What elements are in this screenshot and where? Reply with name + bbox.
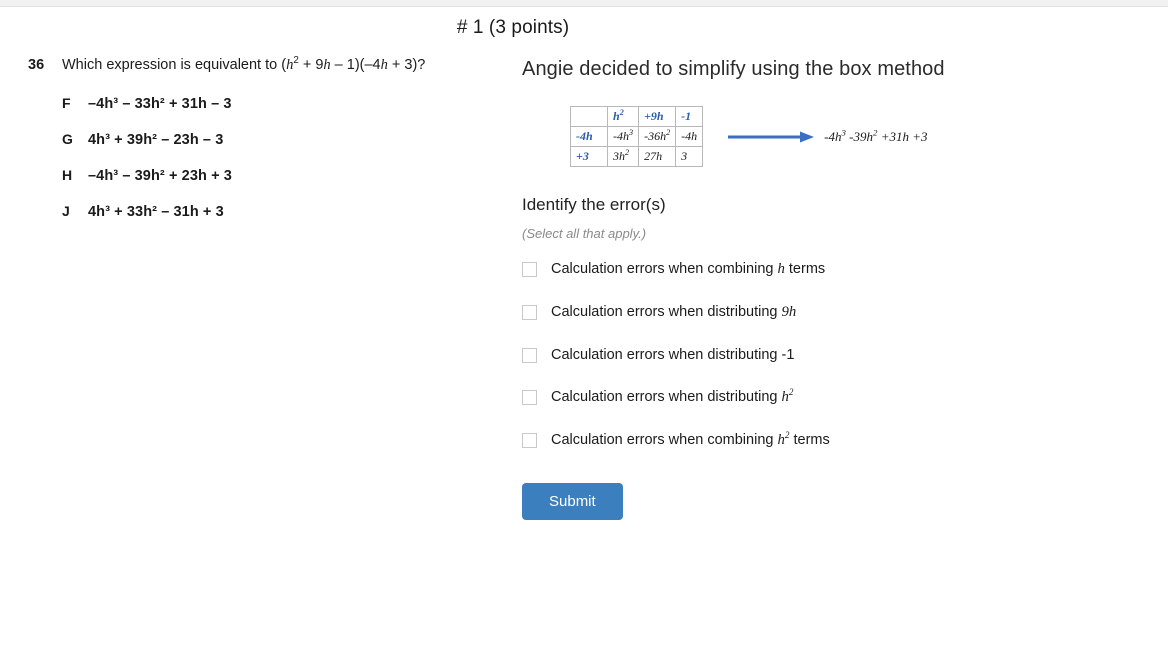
submit-button[interactable]: Submit (522, 483, 623, 520)
task-pane: Angie decided to simplify using the box … (522, 58, 1152, 520)
question-number: 36 (28, 57, 45, 73)
box-method-work-area: h2 +9h -1 -4h -4h3 -36h2 -4h +3 3h2 27h … (522, 106, 1152, 167)
result-expression: -4h3 -39h2 +31h +3 (824, 127, 928, 144)
cell-r2c1: 3h2 (606, 146, 640, 167)
question-stem-text: Which expression is equivalent to (h2 + … (62, 56, 425, 75)
answer-choice-list: F –4h³ – 33h² + 31h – 3 G 4h³ + 39h² – 2… (0, 95, 512, 220)
cell-r1c3: -4h (675, 126, 704, 147)
checkbox-combining-h2[interactable] (522, 433, 537, 448)
choice-letter: H (62, 166, 73, 183)
page-title: # 1 (3 points) (456, 17, 570, 38)
prompt-subtitle: (Select all that apply.) (522, 226, 647, 241)
arrow-and-result: -4h3 -39h2 +31h +3 (728, 127, 928, 145)
option-variable: h (777, 261, 785, 277)
prompt-title: Identify the error(s) (522, 195, 666, 214)
column-header-9h: +9h (638, 106, 677, 127)
option-combining-h2[interactable]: Calculation errors when combining h2 ter… (522, 430, 1152, 449)
option-combining-h[interactable]: Calculation errors when combining h term… (522, 261, 1152, 278)
table-header-row: h2 +9h -1 (570, 106, 704, 127)
table-corner-cell (570, 106, 608, 127)
choice-text: –4h³ – 33h² + 31h – 3 (88, 95, 232, 112)
option-variable: h2 (777, 430, 790, 448)
answer-choice-f[interactable]: F –4h³ – 33h² + 31h – 3 (62, 95, 512, 112)
answer-choice-j[interactable]: J 4h³ + 33h² – 31h + 3 (62, 203, 512, 220)
option-distributing-h2[interactable]: Calculation errors when distributing h2 (522, 387, 1152, 406)
option-label: Calculation errors when distributing 9h (551, 304, 797, 320)
scenario-heading: Angie decided to simplify using the box … (522, 58, 945, 80)
stem-after: – 1)(–4 (330, 57, 381, 73)
multiple-choice-item: 36 Which expression is equivalent to (h2… (0, 56, 512, 239)
option-distributing-neg1[interactable]: Calculation errors when distributing -1 (522, 347, 1152, 363)
cell-r1c2: -36h2 (638, 126, 677, 147)
box-method-table: h2 +9h -1 -4h -4h3 -36h2 -4h +3 3h2 27h … (570, 106, 704, 167)
choice-letter: F (62, 94, 71, 111)
option-variable: 9h (781, 304, 797, 320)
column-header-h2: h2 (606, 106, 640, 127)
option-variable: h2 (781, 387, 794, 405)
choice-text: –4h³ – 39h² + 23h + 3 (88, 167, 232, 184)
stem-prefix: Which expression is equivalent to ( (62, 57, 287, 73)
answer-choice-h[interactable]: H –4h³ – 39h² + 23h + 3 (62, 167, 512, 184)
option-label: Calculation errors when distributing h2 (551, 387, 794, 405)
column-header-neg1: -1 (675, 106, 704, 127)
cell-r2c3: 3 (675, 146, 704, 167)
answer-choice-g[interactable]: G 4h³ + 39h² – 23h – 3 (62, 131, 512, 148)
cell-r1c1: -4h3 (606, 126, 640, 147)
row-header-plus3: +3 (570, 146, 608, 167)
row-header-neg4h: -4h (570, 126, 608, 147)
stem-end: + 3)? (387, 57, 426, 73)
choice-letter: J (62, 202, 70, 219)
checkbox-distributing-9h[interactable] (522, 305, 537, 320)
browser-chrome-strip (0, 0, 1168, 7)
option-label: Calculation errors when combining h2 ter… (551, 430, 830, 448)
option-distributing-9h[interactable]: Calculation errors when distributing 9h (522, 304, 1152, 321)
choice-text: 4h³ + 33h² – 31h + 3 (88, 203, 224, 220)
stem-variable-h2: h (323, 57, 331, 73)
option-label: Calculation errors when combining h term… (551, 261, 826, 277)
checkbox-distributing-h2[interactable] (522, 390, 537, 405)
table-row: +3 3h2 27h 3 (570, 146, 704, 167)
stem-variable-h3: h (380, 57, 388, 73)
table-row: -4h -4h3 -36h2 -4h (570, 126, 704, 147)
option-exponent: 2 (788, 387, 794, 398)
choice-letter: G (62, 130, 73, 147)
cell-r2c2: 27h (638, 146, 677, 167)
checkbox-distributing-neg1[interactable] (522, 347, 537, 363)
checkbox-option-list: Calculation errors when combining h term… (522, 261, 1152, 449)
question-stem-row: 36 Which expression is equivalent to (h2… (0, 56, 512, 75)
option-label: Calculation errors when distributing -1 (551, 347, 795, 363)
checkbox-combining-h[interactable] (522, 262, 537, 277)
right-arrow-icon (728, 131, 815, 142)
choice-text: 4h³ + 39h² – 23h – 3 (88, 131, 224, 148)
stem-mid: + 9 (298, 57, 324, 73)
